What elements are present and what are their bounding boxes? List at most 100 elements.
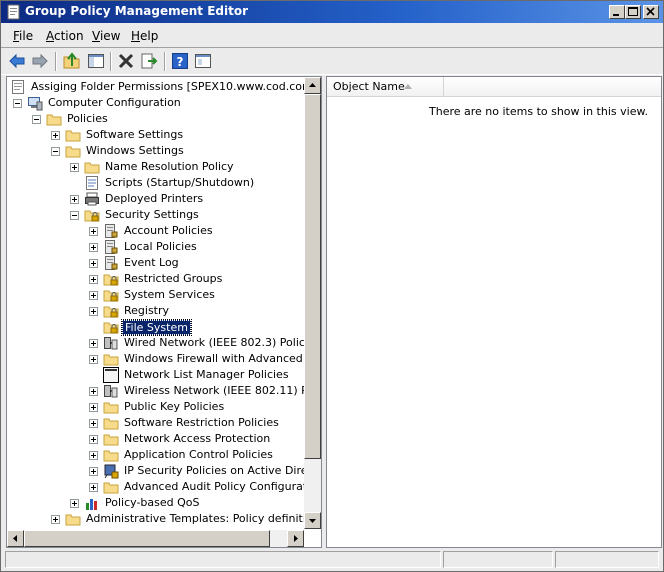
horizontal-scrollbar[interactable] (7, 530, 304, 547)
expand-icon[interactable] (89, 435, 98, 444)
tree-node-event-log[interactable]: Event Log (7, 255, 304, 271)
collapse-icon[interactable] (13, 99, 22, 108)
tree-node-label: Assiging Folder Permissions [SPEX10.www.… (31, 80, 317, 93)
menu-file[interactable]: File (13, 29, 33, 43)
column-object-name-label: Object Name (333, 80, 405, 93)
computer-icon (28, 97, 43, 111)
folder-icon (103, 482, 119, 494)
expand-icon[interactable] (89, 243, 98, 252)
scroll-thumb[interactable] (304, 94, 321, 459)
expand-icon[interactable] (70, 499, 79, 508)
tree-node-computer-configuration[interactable]: Computer Configuration (7, 95, 304, 111)
tree-node-admin-templates[interactable]: Administrative Templates: Policy definit… (7, 511, 321, 527)
maximize-button[interactable] (625, 5, 641, 19)
tree-node-label: Administrative Templates: Policy definit… (86, 512, 322, 525)
tree-node-network-access-protection[interactable]: Network Access Protection (7, 431, 304, 447)
tree-node-network-list-manager[interactable]: Network List Manager Policies (7, 367, 304, 383)
details-pane: Object Name There are no items to show i… (326, 76, 662, 548)
tree-node-label: Policies (67, 112, 108, 125)
show-hide-tree-icon[interactable] (87, 52, 105, 70)
expand-icon[interactable] (89, 451, 98, 460)
tree-node-windows-settings[interactable]: Windows Settings (7, 143, 304, 159)
expand-icon[interactable] (70, 163, 79, 172)
vertical-scrollbar[interactable] (304, 77, 321, 529)
expand-icon[interactable] (89, 291, 98, 300)
expand-icon[interactable] (89, 403, 98, 412)
tree-node-policies[interactable]: Policies (7, 111, 304, 127)
collapse-icon[interactable] (32, 115, 41, 124)
tree-node-application-control[interactable]: Application Control Policies (7, 447, 304, 463)
tree-node-wired-network[interactable]: Wired Network (IEEE 802.3) Policies (7, 335, 321, 351)
tree-node-scripts[interactable]: Scripts (Startup/Shutdown) (7, 175, 304, 191)
tree-node-security-settings[interactable]: Security Settings (7, 207, 304, 223)
scroll-thumb[interactable] (24, 530, 270, 547)
sort-ascending-icon (404, 84, 412, 89)
expand-icon[interactable] (89, 227, 98, 236)
tree-node-label: Name Resolution Policy (105, 160, 234, 173)
tree-node-label: Policy-based QoS (105, 496, 200, 509)
scroll-down-button[interactable] (304, 512, 321, 529)
menu-help[interactable]: Help (131, 29, 158, 43)
tree-node-windows-firewall[interactable]: Windows Firewall with Advanced Secu (7, 351, 321, 367)
expand-icon[interactable] (89, 467, 98, 476)
tree-node-account-policies[interactable]: Account Policies (7, 223, 304, 239)
scroll-left-button[interactable] (7, 530, 24, 547)
expand-icon[interactable] (51, 131, 60, 140)
expand-icon[interactable] (89, 483, 98, 492)
tree-node-label: Advanced Audit Policy Configuration (124, 480, 322, 493)
tree-node-deployed-printers[interactable]: Deployed Printers (7, 191, 304, 207)
tree-node-system-services[interactable]: System Services (7, 287, 304, 303)
tree-node-advanced-audit[interactable]: Advanced Audit Policy Configuration (7, 479, 321, 495)
export-list-icon[interactable] (140, 52, 158, 70)
tree-node-label: Software Settings (86, 128, 184, 141)
tree-node-restricted-groups[interactable]: Restricted Groups (7, 271, 304, 287)
title-bar[interactable]: Group Policy Management Editor (1, 1, 663, 23)
delete-icon[interactable] (117, 52, 135, 70)
tree-node-label: Security Settings (105, 208, 199, 221)
properties-icon[interactable] (194, 52, 212, 70)
tree-node-ip-security[interactable]: IP Security Policies on Active Director (7, 463, 321, 479)
tree-node-name-resolution-policy[interactable]: Name Resolution Policy (7, 159, 304, 175)
expand-icon[interactable] (51, 515, 60, 524)
tree-node-label: File System (121, 319, 192, 336)
back-arrow-icon[interactable] (8, 52, 26, 70)
expand-icon[interactable] (89, 387, 98, 396)
scroll-right-button[interactable] (287, 530, 304, 547)
scroll-up-button[interactable] (304, 77, 321, 94)
tree-node-policy-qos[interactable]: Policy-based QoS (7, 495, 304, 511)
expand-icon[interactable] (89, 355, 98, 364)
expand-icon[interactable] (70, 195, 79, 204)
ipsec-icon (104, 464, 119, 479)
tree-node-label: Account Policies (124, 224, 213, 237)
tree-node-wireless-network[interactable]: Wireless Network (IEEE 802.11) Polici (7, 383, 321, 399)
window-title: Group Policy Management Editor (25, 4, 249, 18)
forward-arrow-icon[interactable] (31, 52, 49, 70)
toolbar: ? (1, 47, 663, 75)
collapse-icon[interactable] (51, 147, 60, 156)
tree-node-label: Wireless Network (IEEE 802.11) Polici (124, 384, 322, 397)
menu-view[interactable]: View (92, 29, 120, 43)
expand-icon[interactable] (89, 259, 98, 268)
expand-icon[interactable] (89, 275, 98, 284)
tree-node-root[interactable]: Assiging Folder Permissions [SPEX10.www.… (7, 79, 317, 95)
up-folder-icon[interactable] (63, 52, 81, 70)
tree-node-software-settings[interactable]: Software Settings (7, 127, 304, 143)
close-button[interactable] (643, 5, 659, 19)
minimize-button[interactable] (609, 5, 625, 19)
tree-node-local-policies[interactable]: Local Policies (7, 239, 304, 255)
collapse-icon[interactable] (70, 211, 79, 220)
help-icon[interactable]: ? (171, 52, 189, 70)
tree-node-software-restriction[interactable]: Software Restriction Policies (7, 415, 304, 431)
tree-node-file-system[interactable]: File System (7, 319, 304, 336)
menu-action[interactable]: Action (46, 29, 84, 43)
menu-bar: File Action View Help (1, 26, 663, 46)
column-object-name[interactable]: Object Name (327, 77, 444, 96)
arrow-down-icon (309, 519, 316, 523)
expand-icon[interactable] (89, 307, 98, 316)
expand-icon[interactable] (89, 339, 98, 348)
maximize-icon (628, 7, 638, 16)
tree-node-public-key[interactable]: Public Key Policies (7, 399, 304, 415)
expand-icon[interactable] (89, 419, 98, 428)
tree-node-registry[interactable]: Registry (7, 303, 304, 319)
policy-icon (105, 224, 118, 238)
